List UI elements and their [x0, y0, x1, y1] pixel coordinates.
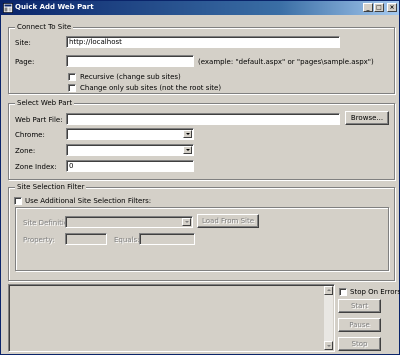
property-input[interactable]	[65, 233, 107, 245]
scroll-up-icon[interactable]	[324, 286, 333, 295]
log-output[interactable]	[8, 284, 335, 352]
chevron-down-icon[interactable]	[183, 146, 192, 154]
maximize-button[interactable]: □	[374, 3, 384, 12]
subsites-only-checkbox[interactable]	[68, 84, 76, 92]
property-label: Property:	[23, 236, 55, 244]
equals-label: Equals:	[114, 236, 140, 244]
page-example-text: (example: "default.aspx" or "pages\sampl…	[198, 58, 374, 66]
use-filters-checkbox[interactable]	[14, 197, 22, 205]
page-label: Page:	[15, 58, 35, 66]
connect-to-site-title: Connect To Site	[15, 23, 74, 31]
zone-index-label: Zone Index:	[15, 163, 57, 171]
select-web-part-title: Select Web Part	[15, 99, 75, 107]
site-input[interactable]: http://localhost	[66, 36, 340, 48]
browse-button[interactable]: Browse...	[345, 111, 389, 125]
app-icon	[3, 3, 13, 13]
stop-on-errors-checkbox[interactable]	[339, 288, 347, 296]
pause-button[interactable]: Pause	[338, 318, 381, 332]
chevron-down-icon[interactable]	[182, 218, 191, 226]
window-title: Quick Add Web Part	[15, 3, 94, 11]
load-from-site-button[interactable]: Load From Site	[197, 214, 259, 228]
web-part-file-input[interactable]	[66, 113, 340, 125]
stop-button[interactable]: Stop	[338, 337, 381, 351]
equals-input[interactable]	[139, 233, 195, 245]
zone-label: Zone:	[15, 147, 36, 155]
zone-select[interactable]	[66, 144, 194, 156]
scroll-down-icon[interactable]	[324, 341, 333, 350]
site-selection-filter-title: Site Selection Filter	[15, 183, 87, 191]
quick-add-web-part-window: Quick Add Web Part _ □ × Connect To Site…	[0, 0, 400, 355]
minimize-button[interactable]: _	[363, 3, 373, 12]
recursive-label: Recursive (change sub sites)	[80, 73, 181, 81]
start-button[interactable]: Start	[338, 299, 381, 313]
page-input[interactable]	[66, 55, 194, 67]
recursive-checkbox[interactable]	[68, 73, 76, 81]
chrome-label: Chrome:	[15, 131, 45, 139]
log-scrollbar[interactable]	[324, 286, 333, 350]
title-bar[interactable]: Quick Add Web Part _ □ ×	[1, 1, 399, 15]
close-button[interactable]: ×	[387, 3, 397, 12]
stop-on-errors-label: Stop On Errors	[350, 288, 400, 296]
site-definition-select[interactable]	[65, 216, 193, 228]
use-filters-label: Use Additional Site Selection Filters:	[25, 197, 152, 205]
subsites-only-label: Change only sub sites (not the root site…	[80, 84, 222, 92]
zone-index-input[interactable]: 0	[66, 160, 194, 172]
web-part-file-label: Web Part File:	[15, 116, 63, 124]
chevron-down-icon[interactable]	[183, 130, 192, 138]
site-label: Site:	[15, 39, 31, 47]
chrome-select[interactable]	[66, 128, 194, 140]
